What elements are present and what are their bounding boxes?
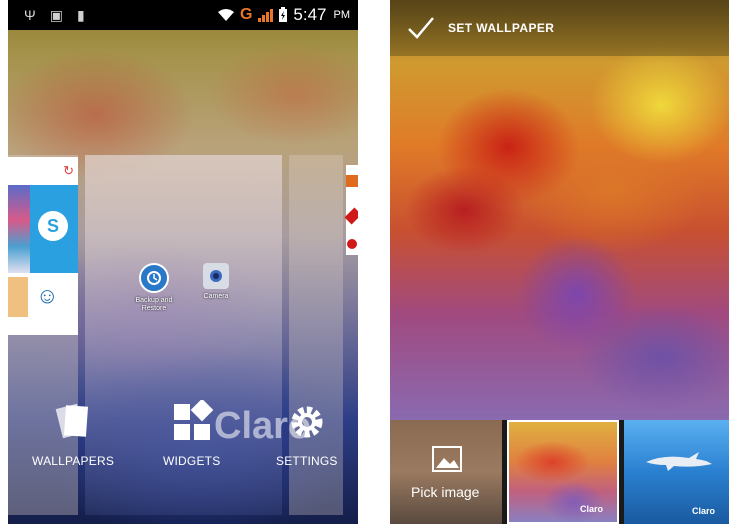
widget-strip: [8, 277, 28, 317]
wallpapers-button[interactable]: WALLPAPERS: [32, 400, 114, 468]
shazam-widget: S: [30, 185, 78, 273]
backup-restore-icon: [139, 263, 169, 293]
widgets-icon: [173, 400, 214, 440]
clock-ampm: PM: [333, 9, 351, 21]
app-backup-restore[interactable]: Backup and Restore: [129, 263, 179, 313]
refresh-icon: ↻: [63, 163, 74, 178]
image-icon: ▣: [49, 6, 63, 23]
app-icon-edge: [347, 239, 357, 249]
widgets-button[interactable]: WIDGETS: [163, 400, 220, 468]
widget-preview-edge: [344, 165, 358, 255]
wallpaper-preview: [390, 0, 729, 420]
wallpaper-thumb-shark[interactable]: Claro: [624, 420, 729, 524]
person-icon: ☺: [36, 283, 59, 308]
claro-logo-text: Claro: [579, 504, 603, 514]
signal-icon: [258, 9, 274, 22]
app-camera[interactable]: Camera: [191, 263, 241, 301]
barcode-icon: ▮: [76, 6, 85, 23]
photo-collage-widget: [8, 185, 30, 273]
set-wallpaper-button[interactable]: SET WALLPAPER: [448, 21, 554, 35]
app-icon-edge: [344, 207, 358, 225]
shazam-icon: S: [38, 211, 68, 241]
widgets-label: WIDGETS: [163, 454, 221, 468]
shark-image: [646, 452, 712, 471]
pick-image-label: Pick image: [411, 484, 480, 500]
wallpaper-thumb-ink-selected[interactable]: Claro: [507, 420, 619, 524]
settings-icon: [291, 406, 323, 438]
check-icon: [408, 17, 434, 39]
app-label: Backup and Restore: [135, 297, 173, 312]
camera-icon: [203, 263, 229, 289]
wallpaper-thumbnail-strip[interactable]: Pick image Claro Claro: [390, 420, 729, 524]
settings-button[interactable]: SETTINGS: [276, 400, 338, 468]
clock: 5:47: [293, 5, 327, 24]
network-type-label: G: [239, 6, 253, 23]
home-screen-edit-mode: Ψ ▣ ▮ G 5:47 PM ↻ S ☺ Backup and Restore…: [8, 0, 358, 524]
wifi-icon: [217, 9, 234, 21]
pick-image-tile[interactable]: Pick image: [390, 420, 502, 524]
action-bar[interactable]: SET WALLPAPER: [390, 0, 729, 56]
wallpapers-icon: [55, 403, 89, 439]
battery-charging-icon: [279, 7, 288, 22]
app-icon-edge: [346, 175, 358, 187]
claro-logo-text: Claro: [691, 506, 715, 516]
usb-icon: Ψ: [24, 6, 36, 23]
wallpapers-label: WALLPAPERS: [32, 454, 115, 468]
status-bar: Ψ ▣ ▮ G 5:47 PM: [8, 0, 358, 30]
app-label: Camera: [203, 293, 229, 300]
settings-label: SETTINGS: [276, 454, 338, 468]
image-icon: [432, 446, 462, 472]
wallpaper-picker: SET WALLPAPER Pick image Claro Claro: [390, 0, 729, 524]
widget-preview: ↻ S ☺: [8, 157, 78, 335]
